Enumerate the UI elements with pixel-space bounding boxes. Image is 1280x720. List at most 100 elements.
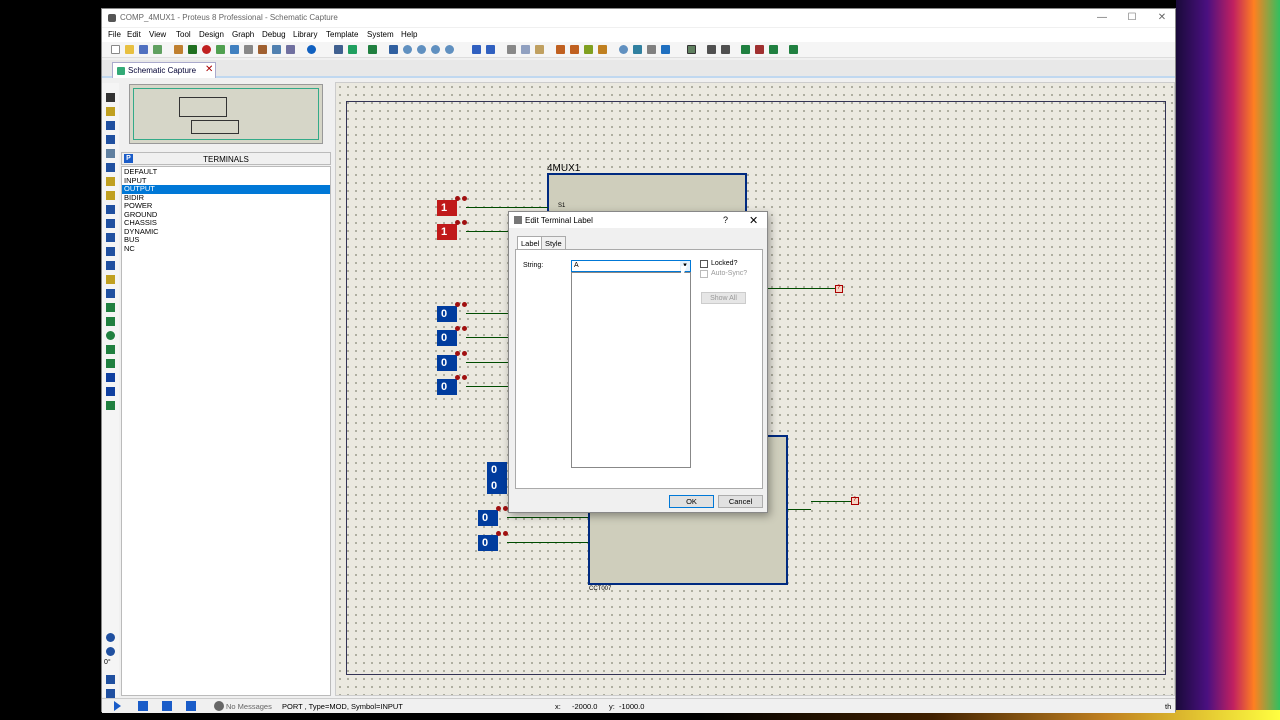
block-move-icon[interactable] [570,45,579,54]
terminal-item-output[interactable]: OUTPUT [122,184,330,194]
menu-tool[interactable]: Tool [176,30,191,39]
import-icon[interactable] [153,45,162,54]
terminals-mode-icon[interactable] [106,191,115,200]
voltage-probe-icon[interactable] [106,261,115,270]
box-icon[interactable] [106,317,115,326]
bom-icon[interactable] [258,45,267,54]
refresh-icon[interactable] [334,45,343,54]
output-terminal-bottom[interactable]: ? [851,497,859,505]
current-probe-icon[interactable] [106,275,115,284]
menu-template[interactable]: Template [326,30,358,39]
terminal-item-bus[interactable]: BUS [122,235,330,245]
menu-graph[interactable]: Graph [232,30,254,39]
electrical-rules-icon[interactable] [789,45,798,54]
wire-autorouter-icon[interactable] [687,45,696,54]
string-combobox[interactable]: A ▾ [571,260,691,272]
virtual-instruments-icon[interactable] [106,289,115,298]
symbol-icon[interactable] [106,387,115,396]
pcb-icon[interactable] [202,45,211,54]
packaging-tool-icon[interactable] [647,45,656,54]
logic-state-0e[interactable]: 0 [487,462,507,478]
rotate-clockwise-icon[interactable] [106,633,115,642]
rotate-anticlockwise-icon[interactable] [106,647,115,656]
goto-sheet-icon[interactable] [769,45,778,54]
tab-schematic-capture[interactable]: Schematic Capture ✕ [112,62,216,78]
menu-view[interactable]: View [149,30,166,39]
marker-icon[interactable] [106,401,115,410]
dialog-close-button[interactable]: ✕ [749,214,758,227]
mirror-x-icon[interactable] [106,675,115,684]
gerber-icon[interactable] [230,45,239,54]
home-icon[interactable] [174,45,183,54]
3d-view-icon[interactable] [216,45,225,54]
path-icon[interactable] [106,359,115,368]
zoom-area-icon[interactable] [445,45,454,54]
block-copy-icon[interactable] [556,45,565,54]
logic-state-0f[interactable]: 0 [487,478,507,494]
logic-state-0a[interactable]: 0 [437,306,457,322]
property-tool-icon[interactable] [721,45,730,54]
remove-sheet-icon[interactable] [755,45,764,54]
redo-icon[interactable] [486,45,495,54]
block-rotate-icon[interactable] [584,45,593,54]
menu-help[interactable]: Help [401,30,417,39]
mirror-y-icon[interactable] [106,689,115,698]
logic-state-0d[interactable]: 0 [437,379,457,395]
search-tag-icon[interactable] [707,45,716,54]
tab-close-icon[interactable]: ✕ [205,64,213,75]
overview-window[interactable] [129,84,323,144]
pause-icon[interactable] [162,701,172,711]
logic-state-1a[interactable]: 1 [437,200,457,216]
project-notes-icon[interactable] [286,45,295,54]
logic-state-0h[interactable]: 0 [478,535,498,551]
graph-mode-icon[interactable] [106,219,115,228]
save-icon[interactable] [139,45,148,54]
tab-label[interactable]: Label [517,236,544,249]
generator-icon[interactable] [106,247,115,256]
menu-design[interactable]: Design [199,30,224,39]
pan-icon[interactable] [389,45,398,54]
origin-icon[interactable] [368,45,377,54]
wire-label-icon[interactable] [106,135,115,144]
terminal-item-nc[interactable]: NC [122,244,330,254]
new-sheet-icon[interactable] [741,45,750,54]
terminal-item-dynamic[interactable]: DYNAMIC [122,227,330,237]
cut-icon[interactable] [507,45,516,54]
pick-device-icon[interactable] [619,45,628,54]
schematic-icon[interactable] [188,45,197,54]
menu-edit[interactable]: Edit [127,30,141,39]
text-script-icon[interactable] [106,149,115,158]
decompose-icon[interactable] [661,45,670,54]
component-mode-icon[interactable] [106,107,115,116]
new-file-icon[interactable] [111,45,120,54]
paste-icon[interactable] [535,45,544,54]
menu-file[interactable]: File [108,30,121,39]
selection-mode-icon[interactable] [106,93,115,102]
menu-library[interactable]: Library [293,30,317,39]
open-folder-icon[interactable] [125,45,134,54]
junction-dot-icon[interactable] [106,121,115,130]
messages-icon[interactable] [214,701,224,711]
minimize-button[interactable]: — [1087,11,1117,25]
undo-icon[interactable] [472,45,481,54]
string-dropdown-list[interactable] [571,272,691,468]
copy-icon[interactable] [521,45,530,54]
line-icon[interactable] [106,303,115,312]
step-icon[interactable] [138,701,148,711]
menu-system[interactable]: System [367,30,394,39]
zoom-in-icon[interactable] [403,45,412,54]
zoom-out-icon[interactable] [417,45,426,54]
ok-button[interactable]: OK [669,495,714,508]
tape-recorder-icon[interactable] [106,233,115,242]
grid-icon[interactable] [348,45,357,54]
logic-state-0c[interactable]: 0 [437,355,457,371]
logic-state-0g[interactable]: 0 [478,510,498,526]
device-pins-icon[interactable] [106,205,115,214]
tab-style[interactable]: Style [541,236,566,249]
block-delete-icon[interactable] [598,45,607,54]
output-terminal-top[interactable]: ? [835,285,843,293]
terminal-item-default[interactable]: DEFAULT [122,167,330,177]
locked-checkbox[interactable] [700,260,708,268]
dialog-help-button[interactable]: ? [723,215,728,225]
cancel-button[interactable]: Cancel [718,495,763,508]
